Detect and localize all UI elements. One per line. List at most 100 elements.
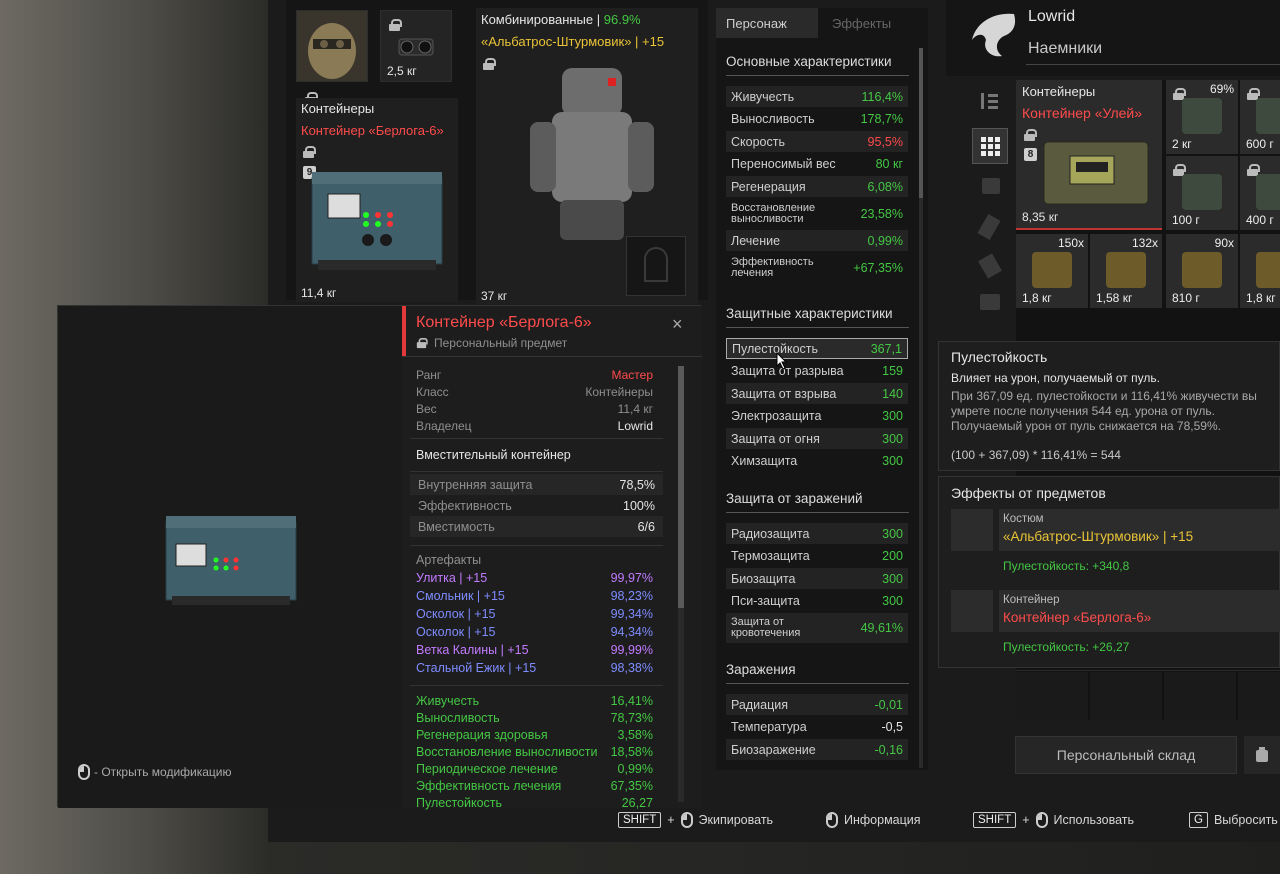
inventory-cell[interactable]: 90x 810 г [1166,234,1238,308]
tab-character[interactable]: Персонаж [716,8,818,38]
effect-bonus: Пулестойкость: +26,27 [1003,640,1130,654]
inventory-cell[interactable]: 69% 2 кг [1166,80,1238,154]
artifact-row[interactable]: Улитка | +15 99,97% [416,571,653,585]
detail-info-row: Ранг Мастер [416,368,653,382]
protection-stat-label: Электрозащита [731,409,822,423]
empty-cell[interactable] [1164,672,1236,720]
mouse-cursor-icon [776,352,788,370]
infection-stat-row[interactable]: Биозащита 300 [726,568,908,589]
inventory-cell[interactable]: 150x 1,8 кг [1016,234,1088,308]
artifact-row[interactable]: Ветка Калины | +15 99,99% [416,643,653,657]
all-items-tab[interactable] [972,128,1008,164]
weapon-tab[interactable] [977,213,1001,241]
protection-stat-row[interactable]: Защита от огня 300 [726,428,908,449]
protection-stat-row[interactable]: Электрозащита 300 [726,406,908,427]
weight-toggle-button[interactable] [1244,736,1280,774]
ammo-tab[interactable] [978,253,1002,279]
cell-weight: 1,8 кг [1022,291,1052,305]
protection-stat-row[interactable]: Пулестойкость 367,1 [726,338,908,359]
infection-stat-value: 200 [882,549,903,563]
container-slot[interactable]: Контейнеры Контейнер «Берлога-6» 9 11,4 … [296,98,458,302]
medical-tab[interactable] [980,294,1000,310]
cell-top-label: 132x [1131,236,1158,250]
tooltip-subtitle: Влияет на урон, получаемый от пуль. [951,371,1160,385]
basic-stat-row[interactable]: Выносливость 178,7% [726,109,908,130]
mouse-icon [680,812,693,828]
cell-weight: 1,8 кг [1246,291,1276,305]
drop-hint[interactable]: G Выбросить [1189,812,1278,828]
basic-stat-row[interactable]: Скорость 95,5% [726,131,908,152]
infection-stat-row[interactable]: Термозащита 200 [726,546,908,567]
inventory-cell[interactable]: 100 г [1166,156,1238,230]
rarity-bar [402,306,406,356]
bonus-row: Периодическое лечение 0,99% [416,762,653,776]
tab-character-label: Персонаж [726,15,787,31]
artifact-row[interactable]: Осколок | +15 94,34% [416,625,653,639]
infection-stat-value: 49,61% [860,621,903,635]
container-preview-icon [165,516,297,605]
property-label: Вместимость [418,519,495,534]
basic-stat-row[interactable]: Живучесть 116,4% [726,86,908,107]
infection-stat-row[interactable]: Защита от кровотечения 49,61% [726,613,908,643]
storage-button-label: Персональный склад [1056,747,1196,763]
artifact-value: 99,97% [610,571,653,585]
contamination-stat-row[interactable]: Температура -0,5 [726,717,908,738]
personal-storage-button[interactable]: Персональный склад [1015,736,1237,774]
protection-stat-row[interactable]: Защита от разрыва 159 [726,361,908,382]
infection-stat-row[interactable]: Радиозащита 300 [726,523,908,544]
artifact-row[interactable]: Смольник | +15 98,23% [416,589,653,603]
basic-stat-row[interactable]: Эффективность лечения +67,35% [726,253,908,283]
stats-scrollbar[interactable] [919,48,923,768]
artifact-value: 99,34% [610,607,653,621]
effect-thumb-icon [951,590,993,632]
drop-label: Выбросить [1213,813,1278,827]
inventory-cell[interactable]: 2 1(1,8 кг [1240,234,1280,308]
open-mod-hint[interactable]: - Открыть модификацию [78,764,232,780]
detail-scrollbar[interactable] [678,366,684,802]
basic-stat-row[interactable]: Лечение 0,99% [726,230,908,251]
featured-weight: 8,35 кг [1022,210,1059,224]
featured-item[interactable]: Контейнеры Контейнер «Улей» 8 8,35 кг [1016,80,1162,230]
bonus-row: Живучесть 16,41% [416,694,653,708]
infection-stat-row[interactable]: Пси-защита 300 [726,591,908,612]
tab-effects[interactable]: Эффекты [818,8,928,38]
artifact-row[interactable]: Стальной Ежик | +15 98,38% [416,661,653,675]
protection-stat-row[interactable]: Защита от взрыва 140 [726,383,908,404]
inventory-cell[interactable]: 4400 г [1240,156,1280,230]
contamination-stat-row[interactable]: Биозаражение -0,16 [726,739,908,760]
armor-weight: 37 кг [481,289,508,303]
basic-stat-row[interactable]: Регенерация 6,08% [726,176,908,197]
cell-top-label: 150x [1057,236,1084,250]
basic-stat-label: Лечение [731,233,781,248]
mask-slot[interactable] [296,10,368,104]
info-hint[interactable]: Информация [826,812,921,828]
armor-mod-slot[interactable] [626,236,686,296]
armor-slot[interactable]: Комбинированные | 96.9% «Альбатрос-Штурм… [476,8,698,304]
armor-tab[interactable] [982,178,1000,194]
stats-scroll-thumb[interactable] [919,48,923,198]
artifact-name: Смольник | +15 [416,589,505,603]
protection-stat-row[interactable]: Химзащита 300 [726,451,908,472]
detail-scroll-thumb[interactable] [678,366,684,608]
item-icon [1182,174,1222,210]
inventory-cell[interactable]: 600 г [1240,80,1280,154]
lock-icon [1024,129,1037,141]
basic-stat-row[interactable]: Переносимый вес 80 кг [726,154,908,175]
open-mod-label: - Открыть модификацию [94,765,232,779]
sort-tab[interactable] [972,84,1008,118]
inventory-cell[interactable]: 132x 1,58 кг [1090,234,1162,308]
empty-cell[interactable] [1090,672,1162,720]
device-slot[interactable]: 2,5 кг [380,10,452,82]
empty-cell[interactable] [1238,672,1280,720]
bonus-value: 3,58% [617,728,653,742]
artifact-name: Осколок | +15 [416,625,496,639]
empty-cell[interactable] [1016,672,1088,720]
detail-info-row: Вес 11,4 кг [416,402,653,416]
close-icon[interactable]: × [672,314,683,335]
equip-hint[interactable]: SHIFT + Экипировать [618,812,773,828]
use-hint[interactable]: SHIFT + Использовать [973,812,1134,828]
artifact-row[interactable]: Осколок | +15 99,34% [416,607,653,621]
contamination-stat-row[interactable]: Радиация -0,01 [726,694,908,715]
basic-stat-row[interactable]: Восстановление выносливости 23,58% [726,199,908,229]
personal-item-text: Персональный предмет [434,336,568,350]
